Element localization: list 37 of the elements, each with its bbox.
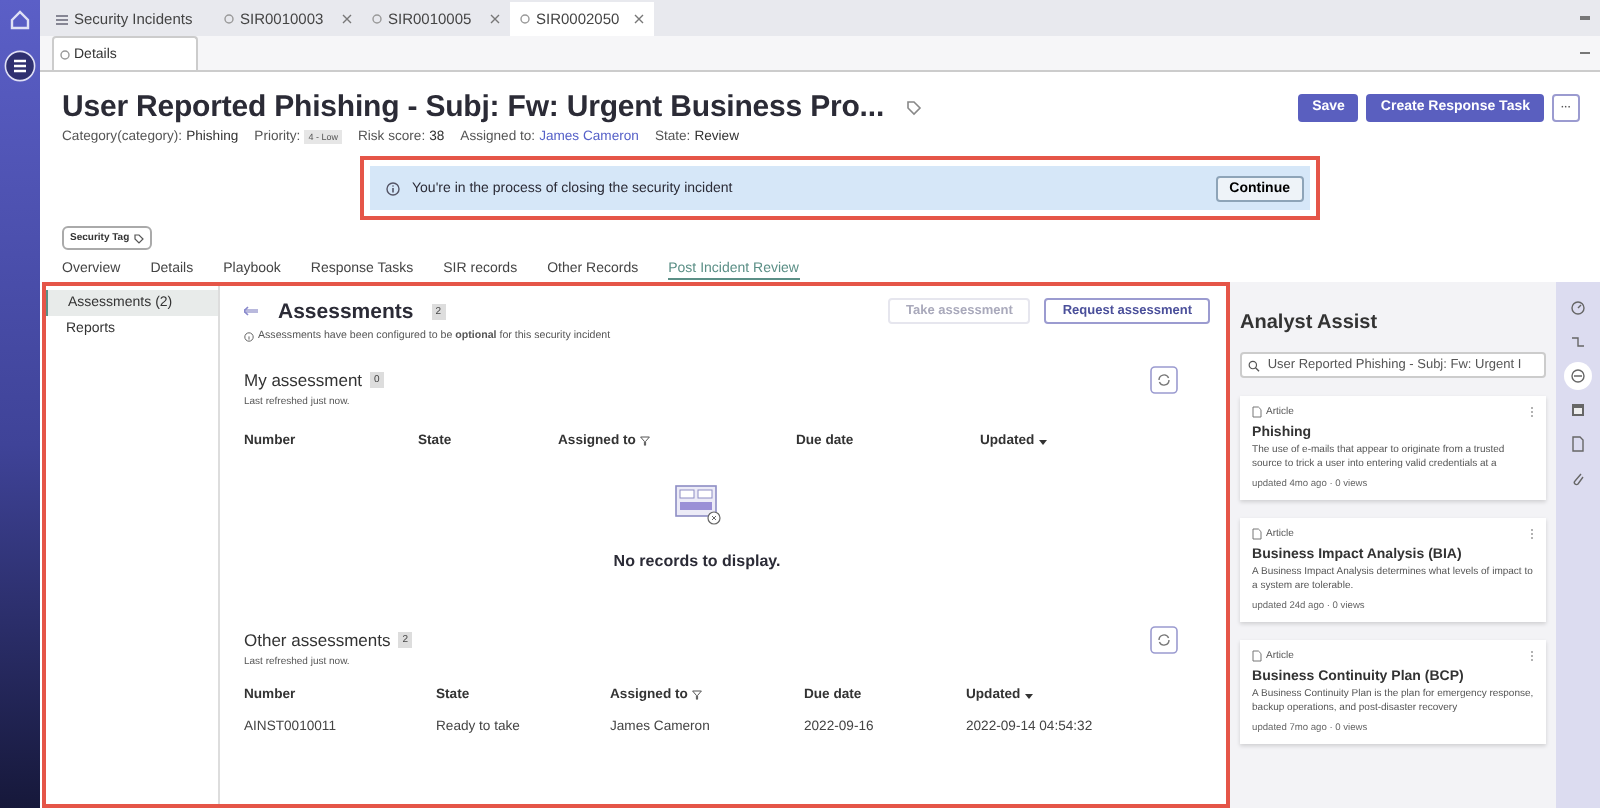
section-title: Assessments (278, 299, 414, 323)
close-icon (342, 14, 352, 24)
refresh-icon (1150, 626, 1179, 654)
status-dot-icon (520, 14, 530, 24)
info-icon (386, 181, 400, 195)
close-icon (490, 14, 500, 24)
record-title: User Reported Phishing - Subj: Fw: Urgent Business Pro... (62, 90, 885, 124)
calendar-icon[interactable] (1570, 402, 1587, 418)
document-icon (1252, 406, 1263, 418)
info-icon (244, 331, 254, 341)
document-icon (1252, 650, 1263, 662)
collapse-icon (244, 306, 260, 316)
tag-icon (906, 99, 923, 115)
sort-down-icon (1038, 437, 1049, 445)
empty-table-icon (673, 484, 722, 528)
sort-down-icon (1024, 691, 1035, 699)
list-icon[interactable] (4, 50, 36, 82)
status-dot-icon (224, 14, 234, 24)
document-icon[interactable] (1570, 436, 1587, 452)
filter-icon (639, 436, 650, 446)
attachment-icon[interactable] (1570, 470, 1587, 486)
status-dot-icon (372, 14, 382, 24)
list-icon (56, 13, 68, 25)
document-icon (1252, 528, 1263, 540)
home-icon[interactable] (8, 8, 32, 32)
minimize-icon[interactable] (1580, 51, 1590, 55)
search-icon (1248, 359, 1260, 371)
empty-message: No records to display. (613, 552, 781, 570)
assist-title: Analyst Assist (1240, 312, 1380, 334)
table-title: Other assessments (244, 630, 391, 650)
dashboard-icon[interactable] (1570, 300, 1587, 316)
close-icon (634, 14, 644, 24)
status-dot-icon (60, 49, 70, 59)
filter-icon (691, 690, 702, 700)
refresh-icon (1150, 366, 1179, 394)
tag-icon (133, 233, 144, 243)
table-title: My assessment (244, 370, 363, 390)
